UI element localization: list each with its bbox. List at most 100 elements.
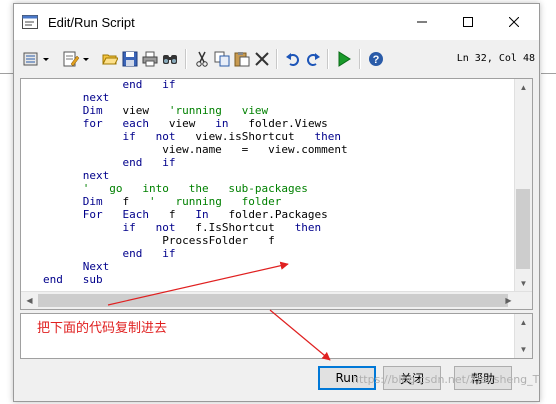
code-token: then [314,130,342,143]
code-line[interactable]: For Each f In folder.Packages [43,208,348,221]
code-token: ProcessFolder f [43,234,275,247]
help-button-toolbar[interactable]: ? [367,50,385,68]
annotation-text: 把下面的代码复制进去 [37,321,168,336]
code-token: Dim [43,195,103,208]
code-token: Next [43,260,110,273]
scroll-down-icon[interactable]: ▼ [515,341,532,358]
scroll-down-icon[interactable]: ▼ [515,275,532,292]
output-pane[interactable]: 把下面的代码复制进去 ▲ ▼ [20,313,533,359]
delete-icon [255,52,269,66]
open-button[interactable] [101,50,119,68]
print-button[interactable] [141,50,159,68]
code-token: in [215,117,229,130]
save-icon [122,51,138,67]
code-token: not [155,130,176,143]
code-line[interactable]: for each view in folder.Views [43,117,348,130]
code-token: folder.Views [228,117,328,130]
code-line[interactable]: end sub [43,273,348,286]
code-token: if [43,130,136,143]
code-line[interactable]: end if [43,78,348,91]
save-button[interactable] [121,50,139,68]
scroll-left-icon[interactable]: ◀ [21,292,38,309]
cursor-position: Ln 32, Col 48 [456,53,535,64]
scroll-thumb-horizontal[interactable] [38,294,508,307]
code-line[interactable]: end if [43,247,348,260]
horizontal-scrollbar[interactable]: ◀ ▶ [21,291,532,309]
maximize-button[interactable] [445,4,491,40]
code-token: view.isShortcut [175,130,315,143]
code-line[interactable]: view.name = view.comment [43,143,348,156]
undo-button[interactable] [284,50,302,68]
toolbar-separator [359,49,361,69]
run-icon [338,51,351,67]
copy-icon [214,51,230,67]
scroll-right-icon[interactable]: ▶ [500,292,517,309]
vertical-scrollbar[interactable]: ▲ ▼ [514,79,532,309]
code-token: In [195,208,209,221]
find-button[interactable] [161,50,179,68]
close-button[interactable] [491,4,537,40]
code-line[interactable]: ' go into the sub-packages [43,182,348,195]
delete-button[interactable] [253,50,271,68]
edit-menu-button[interactable] [63,50,93,68]
code-token: if [43,221,136,234]
code-token: each [122,117,149,130]
code-token: For [43,208,103,221]
copy-button[interactable] [213,50,231,68]
code-token: view [148,117,216,130]
code-line[interactable]: ProcessFolder f [43,234,348,247]
code-token: ' go into the sub-packages [43,182,308,195]
help-icon: ? [369,52,383,66]
edit-run-script-window: Edit/Run Script ? Ln 32, Col 48 end if n… [13,3,540,402]
code-token: end if [43,156,176,169]
code-line[interactable]: Dim f ' running folder [43,195,348,208]
code-token: Each [122,208,149,221]
script-editor[interactable]: end if next Dim view 'running view for e… [20,78,533,310]
toolbar-separator [276,49,278,69]
undo-icon [286,53,299,66]
code-token: 'running view [168,104,269,117]
cut-button[interactable] [193,50,211,68]
redo-button[interactable] [304,50,322,68]
print-icon [142,51,158,67]
code-line[interactable]: if not view.isShortcut then [43,130,348,143]
code-token: f [102,195,149,208]
code-menu-button[interactable] [23,50,53,68]
background-line-right [541,73,556,74]
code-line[interactable]: end if [43,156,348,169]
code-token: f.IsShortcut [175,221,295,234]
scroll-up-icon[interactable]: ▲ [515,79,532,96]
output-scrollbar[interactable]: ▲ ▼ [514,314,532,358]
toolbar-separator [327,49,329,69]
code-line[interactable]: Dim view 'running view [43,104,348,117]
code-line[interactable]: if not f.IsShortcut then [43,221,348,234]
code-token: view.name = view.comment [43,143,348,156]
edit-menu-icon [63,51,89,67]
code-menu-icon [23,52,49,66]
paste-icon [234,52,250,67]
run-button-toolbar[interactable] [335,50,353,68]
toolbar-separator [185,49,187,69]
scroll-thumb[interactable] [516,189,530,269]
code-token: end if [43,247,176,260]
code-token: next [43,169,110,182]
code-text[interactable]: end if next Dim view 'running view for e… [43,78,348,286]
paste-button[interactable] [233,50,251,68]
code-token: end sub [43,273,103,286]
code-line[interactable]: next [43,91,348,104]
scroll-up-icon[interactable]: ▲ [515,314,532,331]
code-line[interactable]: Next [43,260,348,273]
minimize-button[interactable] [399,4,445,40]
code-line[interactable]: next [43,169,348,182]
svg-text:?: ? [373,54,380,66]
code-token: for [43,117,103,130]
code-token: end if [43,78,176,91]
code-token: folder.Packages [208,208,328,221]
find-icon [163,55,177,64]
toolbar: ? Ln 32, Col 48 [14,40,539,78]
code-token: next [43,91,110,104]
